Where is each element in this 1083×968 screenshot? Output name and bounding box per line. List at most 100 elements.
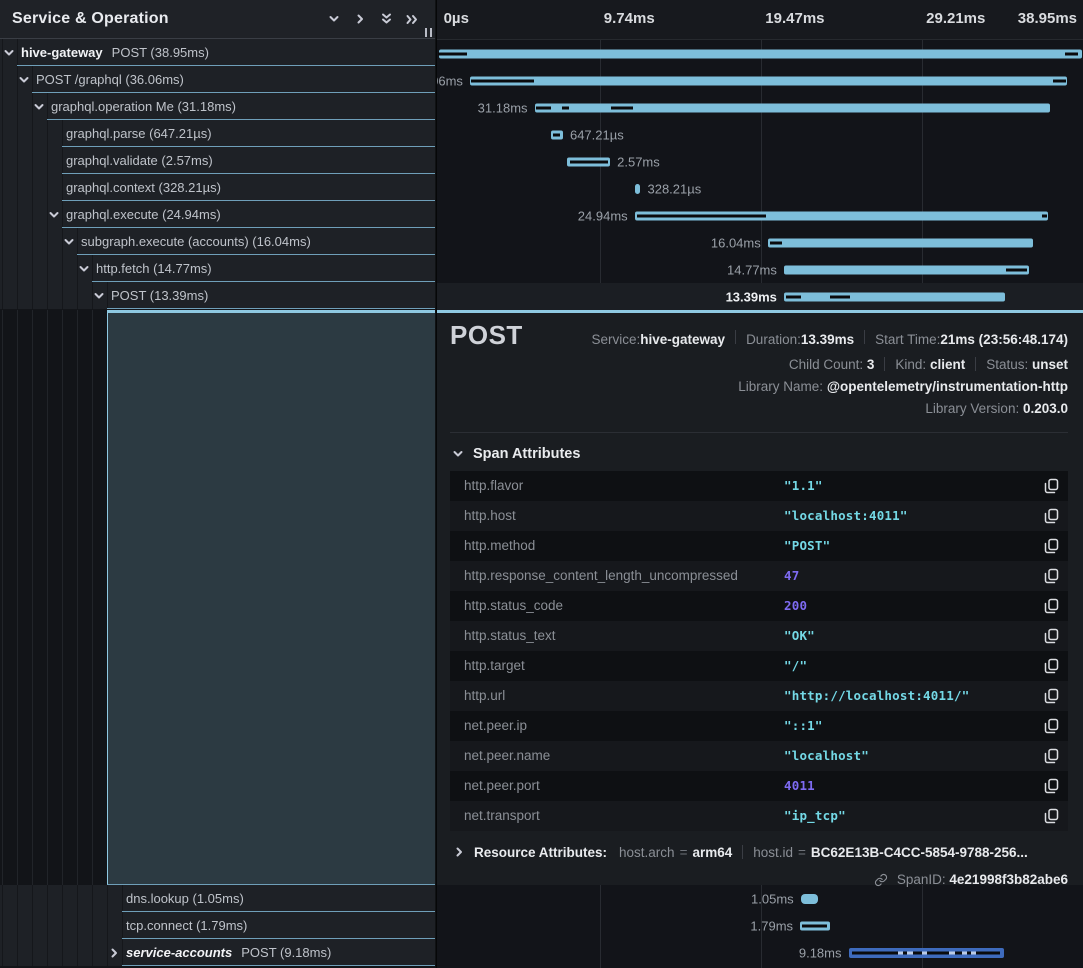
attribute-value: "POST"	[784, 538, 1034, 553]
copy-icon[interactable]	[1034, 748, 1068, 764]
copy-icon[interactable]	[1034, 568, 1068, 584]
operation-name: http.fetch (14.77ms)	[96, 261, 212, 276]
span-bar-mark	[471, 79, 534, 82]
span-tree-row[interactable]: service-accountsPOST (9.18ms)	[0, 939, 435, 966]
span-duration-label: 24.94ms	[578, 208, 628, 223]
attribute-value: "1.1"	[784, 478, 1034, 493]
attribute-row: http.response_content_length_uncompresse…	[450, 561, 1068, 591]
operation-name: POST (9.18ms)	[241, 945, 331, 960]
span-bar[interactable]	[784, 292, 1006, 301]
chevron-down-icon[interactable]	[93, 290, 105, 302]
copy-icon[interactable]	[1034, 718, 1068, 734]
field-value: 13.39ms	[801, 332, 854, 347]
timeline-row[interactable]: 647.21µs	[437, 121, 1083, 148]
timeline-row[interactable]: 9.18ms	[437, 939, 1083, 966]
timeline-tick: 38.95ms	[1018, 10, 1077, 27]
attribute-value: "localhost"	[784, 748, 1034, 763]
copy-icon[interactable]	[1034, 688, 1068, 704]
copy-icon[interactable]	[1034, 508, 1068, 524]
attribute-key: http.url	[464, 688, 784, 703]
span-tree-panel: Service & Operation hive-gatewayPOST (38…	[0, 0, 435, 968]
chevron-right-icon[interactable]	[108, 947, 120, 959]
span-name: subgraph.execute (accounts) (16.04ms)	[77, 228, 435, 255]
span-name: graphql.parse (647.21µs)	[62, 120, 435, 147]
span-tree-row[interactable]: POST /graphql (36.06ms)	[0, 66, 435, 93]
copy-icon[interactable]	[1034, 478, 1068, 494]
timeline-row[interactable]: 16.04ms	[437, 229, 1083, 256]
span-duration-label: 328.21µs	[647, 181, 701, 196]
attribute-row: net.transport"ip_tcp"	[450, 801, 1068, 831]
span-tree-row[interactable]: POST (13.39ms)	[0, 282, 435, 309]
attribute-row: http.flavor"1.1"	[450, 471, 1068, 501]
chevron-down-icon[interactable]	[18, 74, 30, 86]
span-bar[interactable]	[470, 76, 1067, 85]
timeline-row[interactable]: 1.79ms	[437, 912, 1083, 939]
timeline-row[interactable]: 2.57ms	[437, 148, 1083, 175]
span-tree-row[interactable]: graphql.parse (647.21µs)	[0, 120, 435, 147]
equals-sign: =	[798, 845, 806, 860]
span-tree-row[interactable]: subgraph.execute (accounts) (16.04ms)	[0, 228, 435, 255]
span-bar-mark	[1053, 79, 1065, 82]
timeline-row[interactable]: 36.06ms	[437, 67, 1083, 94]
span-tree-row[interactable]: http.fetch (14.77ms)	[0, 255, 435, 282]
field-label: Library Version:	[925, 401, 1023, 416]
field-divider	[735, 330, 736, 344]
span-tree-row[interactable]: graphql.context (328.21µs)	[0, 174, 435, 201]
timeline-row[interactable]: 14.77ms	[437, 256, 1083, 283]
attribute-value: "localhost:4011"	[784, 508, 1034, 523]
copy-icon[interactable]	[1034, 778, 1068, 794]
timeline-row[interactable]	[437, 40, 1083, 67]
span-tree-row[interactable]: graphql.validate (2.57ms)	[0, 147, 435, 174]
copy-icon[interactable]	[1034, 538, 1068, 554]
copy-icon[interactable]	[1034, 598, 1068, 614]
span-tree-row[interactable]: tcp.connect (1.79ms)	[0, 912, 435, 939]
timeline-tick: 0µs	[444, 10, 469, 27]
span-tree-row[interactable]: graphql.operation Me (31.18ms)	[0, 93, 435, 120]
attribute-row: net.peer.port4011	[450, 771, 1068, 801]
timeline-row[interactable]: 31.18ms	[437, 94, 1083, 121]
attribute-row: http.url"http://localhost:4011/"	[450, 681, 1068, 711]
copy-icon[interactable]	[1034, 808, 1068, 824]
timeline-header: 0µs9.74ms19.47ms29.21ms38.95ms	[437, 0, 1083, 40]
span-bar[interactable]	[768, 238, 1034, 247]
copy-icon[interactable]	[1034, 628, 1068, 644]
span-detail-title: POST	[450, 321, 523, 350]
double-chevron-down-icon[interactable]	[373, 6, 399, 32]
attribute-key: http.status_text	[464, 628, 784, 643]
timeline-tick: 19.47ms	[765, 10, 824, 27]
span-duration-label: 2.57ms	[617, 154, 660, 169]
attribute-key: http.response_content_length_uncompresse…	[464, 568, 784, 583]
span-tree-row[interactable]: hive-gatewayPOST (38.95ms)	[0, 39, 435, 66]
span-id-row: SpanID: 4e21998f3b82abe6	[450, 872, 1068, 890]
panel-resize-handle[interactable]	[425, 28, 432, 37]
double-chevron-right-icon[interactable]	[399, 6, 425, 32]
resource-attributes-row[interactable]: Resource Attributes: host.arch=arm64host…	[450, 845, 1068, 860]
chevron-down-icon[interactable]	[48, 209, 60, 221]
link-icon[interactable]	[874, 873, 888, 890]
span-bar[interactable]	[801, 894, 818, 904]
chevron-down-icon[interactable]	[63, 236, 75, 248]
timeline-row[interactable]: 24.94ms	[437, 202, 1083, 229]
span-name: http.fetch (14.77ms)	[92, 255, 435, 282]
span-bar-mark-light	[971, 951, 976, 954]
chevron-down-icon[interactable]	[321, 6, 347, 32]
chevron-down-icon[interactable]	[33, 101, 45, 113]
span-bar[interactable]	[784, 265, 1029, 274]
span-bar[interactable]	[635, 184, 641, 194]
field-label: Kind:	[895, 357, 930, 372]
span-tree-row[interactable]: graphql.execute (24.94ms)	[0, 201, 435, 228]
timeline-row[interactable]: 13.39ms	[437, 283, 1083, 310]
span-bar-mark-light	[949, 951, 955, 954]
chevron-down-icon[interactable]	[3, 47, 15, 59]
span-duration-label: 36.06ms	[436, 73, 463, 88]
span-bar[interactable]	[439, 49, 1082, 58]
span-attributes-toggle[interactable]: Span Attributes	[452, 446, 1068, 462]
span-name: POST (13.39ms)	[107, 282, 435, 309]
chevron-down-icon[interactable]	[78, 263, 90, 275]
chevron-right-icon[interactable]	[347, 6, 373, 32]
copy-icon[interactable]	[1034, 658, 1068, 674]
field-label: Child Count:	[789, 357, 867, 372]
span-tree-row[interactable]: dns.lookup (1.05ms)	[0, 885, 435, 912]
timeline-row[interactable]: 328.21µs	[437, 175, 1083, 202]
detail-divider	[450, 432, 1068, 433]
